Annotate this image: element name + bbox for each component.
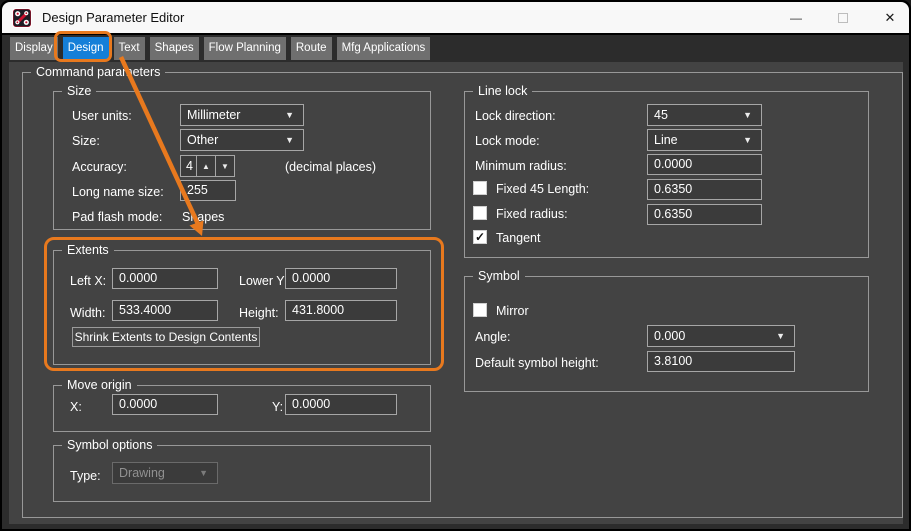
lock-mode-value: Line [648,133,743,147]
check-icon: ✓ [475,231,485,243]
chevron-down-icon: ▼ [776,331,785,341]
default-symbol-height-field[interactable]: 3.8100 [647,351,795,372]
user-units-dropdown[interactable]: Millimeter ▼ [180,104,304,126]
tab-mfg-applications[interactable]: Mfg Applications [337,37,431,60]
default-symbol-height-label: Default symbol height: [475,356,599,370]
accuracy-hint: (decimal places) [285,160,376,174]
long-name-size-field[interactable]: 255 [180,180,236,201]
size-dropdown[interactable]: Other ▼ [180,129,304,151]
minimum-radius-label: Minimum radius: [475,159,567,173]
design-parameter-editor-window: Design Parameter Editor — ✕ Display Desi… [0,0,911,531]
accuracy-label: Accuracy: [72,160,127,174]
chevron-down-icon: ▼ [199,468,208,478]
maximize-icon [838,13,848,23]
group-title-command-parameters: Command parameters [31,65,165,80]
lower-y-field[interactable]: 0.0000 [285,268,397,289]
move-origin-y-field[interactable]: 0.0000 [285,394,397,415]
chevron-down-icon: ▼ [743,110,752,120]
spinner-down-button[interactable]: ▼ [215,155,235,177]
lower-y-label: Lower Y: [239,274,287,288]
minimize-button[interactable]: — [780,2,812,33]
lock-direction-value: 45 [648,108,743,122]
tab-display[interactable]: Display [10,37,58,60]
shrink-extents-button[interactable]: Shrink Extents to Design Contents [72,327,260,347]
long-name-size-label: Long name size: [72,185,164,199]
mirror-checkbox[interactable] [473,303,487,317]
group-title-line-lock: Line lock [473,84,532,99]
accuracy-value[interactable]: 4 [180,155,197,177]
minimize-icon: — [790,11,802,25]
tangent-checkbox[interactable]: ✓ [473,230,487,244]
angle-dropdown[interactable]: 0.000 ▼ [647,325,795,347]
group-title-symbol-options: Symbol options [62,438,157,453]
group-move-origin: Move origin X: 0.0000 Y: 0.0000 [53,385,431,432]
fixed-radius-field[interactable]: 0.6350 [647,204,762,225]
size-label: Size: [72,134,100,148]
fixed-45-length-checkbox[interactable] [473,181,487,195]
move-origin-x-field[interactable]: 0.0000 [112,394,218,415]
size-value: Other [181,133,285,147]
pad-flash-mode-label: Pad flash mode: [72,210,162,224]
angle-value: 0.000 [648,329,776,343]
tab-design[interactable]: Design [63,37,109,60]
symbol-type-value: Drawing [113,466,199,480]
group-line-lock: Line lock Lock direction: 45 ▼ Lock mode… [464,91,869,258]
close-icon: ✕ [885,10,896,26]
mirror-label: Mirror [496,304,529,318]
user-units-value: Millimeter [181,108,285,122]
fixed-radius-checkbox[interactable] [473,206,487,220]
tab-flow-planning[interactable]: Flow Planning [204,37,286,60]
width-label: Width: [70,306,105,320]
spinner-down-icon: ▼ [221,162,229,171]
lock-direction-dropdown[interactable]: 45 ▼ [647,104,762,126]
move-origin-x-label: X: [70,400,82,414]
chevron-down-icon: ▼ [285,110,294,120]
minimum-radius-field[interactable]: 0.0000 [647,154,762,175]
lock-mode-label: Lock mode: [475,134,540,148]
user-units-label: User units: [72,109,132,123]
left-x-field[interactable]: 0.0000 [112,268,218,289]
group-title-size: Size [62,84,96,99]
symbol-type-label: Type: [70,469,101,483]
chevron-down-icon: ▼ [743,135,752,145]
group-title-extents: Extents [62,243,114,258]
spinner-up-button[interactable]: ▲ [196,155,216,177]
tab-route[interactable]: Route [291,37,332,60]
fixed-45-length-field[interactable]: 0.6350 [647,179,762,200]
design-tab-page: Command parameters Size User units: Mill… [9,62,903,524]
chevron-down-icon: ▼ [285,135,294,145]
width-field[interactable]: 533.4000 [112,300,218,321]
left-x-label: Left X: [70,274,106,288]
lock-mode-dropdown[interactable]: Line ▼ [647,129,762,151]
group-symbol-options: Symbol options Type: Drawing ▼ [53,445,431,502]
tab-text[interactable]: Text [114,37,145,60]
height-label: Height: [239,306,279,320]
fixed-radius-label: Fixed radius: [496,207,568,221]
fixed-45-length-label: Fixed 45 Length: [496,182,589,196]
move-origin-y-label: Y: [272,400,283,414]
tab-bar: Display Design Text Shapes Flow Planning… [10,37,430,60]
title-bar: Design Parameter Editor — ✕ [2,2,909,33]
close-button[interactable]: ✕ [874,2,906,33]
group-title-symbol: Symbol [473,269,525,284]
app-icon [12,8,32,28]
tangent-label: Tangent [496,231,540,245]
tab-shapes[interactable]: Shapes [150,37,199,60]
accuracy-spinner: 4 ▲ ▼ [180,155,235,177]
angle-label: Angle: [475,330,510,344]
pad-flash-mode-value: Shapes [182,210,224,224]
window-title: Design Parameter Editor [42,2,184,33]
spinner-up-icon: ▲ [202,162,210,171]
maximize-button [827,2,859,33]
group-extents: Extents Left X: 0.0000 Lower Y: 0.0000 W… [53,250,431,365]
lock-direction-label: Lock direction: [475,109,556,123]
group-symbol: Symbol Mirror Angle: 0.000 ▼ Default sym… [464,276,869,392]
symbol-type-dropdown: Drawing ▼ [112,462,218,484]
group-title-move-origin: Move origin [62,378,137,393]
group-size: Size User units: Millimeter ▼ Size: Othe… [53,91,431,230]
height-field[interactable]: 431.8000 [285,300,397,321]
